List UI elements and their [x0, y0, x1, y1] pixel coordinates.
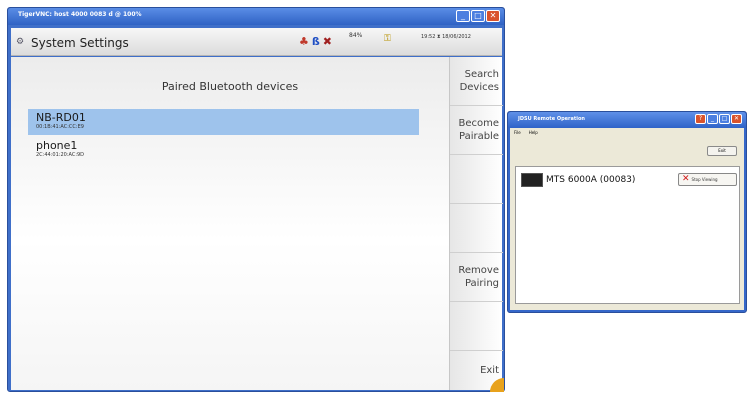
device-list-item[interactable]: phone1 2C:44:01:20:AC:9D — [28, 137, 419, 163]
datetime: 19:52 ⧗ 18/06/2012 — [421, 34, 471, 40]
key-icon: ⚿ — [384, 34, 391, 44]
device-address: 2C:44:01:20:AC:9D — [36, 152, 85, 158]
battery-level: 84% — [349, 32, 363, 39]
remote-body: Exit MTS 6000A (00083) ✕ Stop Viewing — [510, 136, 744, 310]
device-address: 00:1B:41:AC:CC:E9 — [36, 124, 84, 130]
remote-device-entry[interactable]: MTS 6000A (00083) — [521, 173, 635, 187]
status-icons: ♣ ß ✖ — [299, 35, 332, 48]
remove-pairing-button[interactable]: Remove Pairing — [450, 253, 503, 302]
window-title: TigerVNC: host 4000 0083 d @ 100% — [18, 11, 142, 18]
become-pairable-button[interactable]: Become Pairable — [450, 106, 503, 155]
app-header: ⚙ System Settings ♣ ß ✖ 84% ⚿ 19:52 ⧗ 18… — [11, 28, 502, 56]
list-title: Paired Bluetooth devices — [161, 80, 299, 93]
page-title: System Settings — [31, 36, 129, 50]
remote-minimize-button[interactable]: _ — [707, 114, 718, 124]
remote-device-label: MTS 6000A (00083) — [546, 175, 636, 185]
window-titlebar[interactable]: TigerVNC: host 4000 0083 d @ 100% _ □ ✕ — [8, 8, 504, 25]
usb-icon: ♣ — [299, 35, 309, 48]
device-list-item[interactable]: NB-RD01 00:1B:41:AC:CC:E9 — [28, 109, 419, 135]
remote-close-button[interactable]: ✕ — [731, 114, 742, 124]
menu-file[interactable]: File — [514, 130, 521, 135]
remote-maximize-button[interactable]: □ — [719, 114, 730, 124]
settings-icon: ⚙ — [16, 37, 25, 47]
remote-help-button[interactable]: ? — [695, 114, 706, 124]
device-name: phone1 — [36, 139, 78, 152]
remote-operation-window: JDSU Remote Operation ? _ □ ✕ File Help … — [507, 111, 747, 313]
search-devices-label-1: Search — [464, 69, 499, 80]
remote-titlebar[interactable]: JDSU Remote Operation ? _ □ ✕ — [508, 112, 746, 128]
close-button[interactable]: ✕ — [486, 10, 500, 22]
become-pairable-label-1: Become — [458, 118, 499, 129]
content-panel: Paired Bluetooth devices NB-RD01 00:1B:4… — [11, 57, 449, 390]
remove-pairing-label-1: Remove — [458, 265, 499, 276]
remote-exit-button[interactable]: Exit — [707, 146, 737, 156]
side-menu: Search Devices Become Pairable Remove Pa… — [449, 57, 504, 392]
become-pairable-label-2: Pairable — [458, 131, 499, 142]
stop-viewing-button[interactable]: ✕ Stop Viewing — [678, 173, 737, 186]
remote-menubar: File Help — [510, 128, 744, 136]
stop-viewing-label: Stop Viewing — [691, 177, 718, 182]
vnc-window: TigerVNC: host 4000 0083 d @ 100% _ □ ✕ … — [7, 7, 505, 392]
network-icon: ✖ — [322, 35, 333, 48]
remote-device-list: MTS 6000A (00083) ✕ Stop Viewing — [515, 166, 740, 304]
remove-pairing-label-2: Pairing — [464, 278, 499, 289]
search-devices-button[interactable]: Search Devices — [450, 57, 503, 106]
side-button-empty-3[interactable] — [450, 302, 503, 351]
side-button-empty-2[interactable] — [450, 204, 503, 253]
stop-icon: ✕ — [682, 174, 690, 184]
side-button-empty-1[interactable] — [450, 155, 503, 204]
remote-window-title: JDSU Remote Operation — [518, 116, 585, 122]
device-name: NB-RD01 — [36, 111, 86, 124]
device-thumbnail — [521, 173, 543, 187]
minimize-button[interactable]: _ — [456, 10, 470, 22]
bluetooth-icon: ß — [311, 35, 320, 48]
search-devices-label-2: Devices — [459, 82, 499, 93]
maximize-button[interactable]: □ — [471, 10, 485, 22]
exit-label: Exit — [480, 365, 499, 376]
menu-help[interactable]: Help — [529, 130, 538, 135]
